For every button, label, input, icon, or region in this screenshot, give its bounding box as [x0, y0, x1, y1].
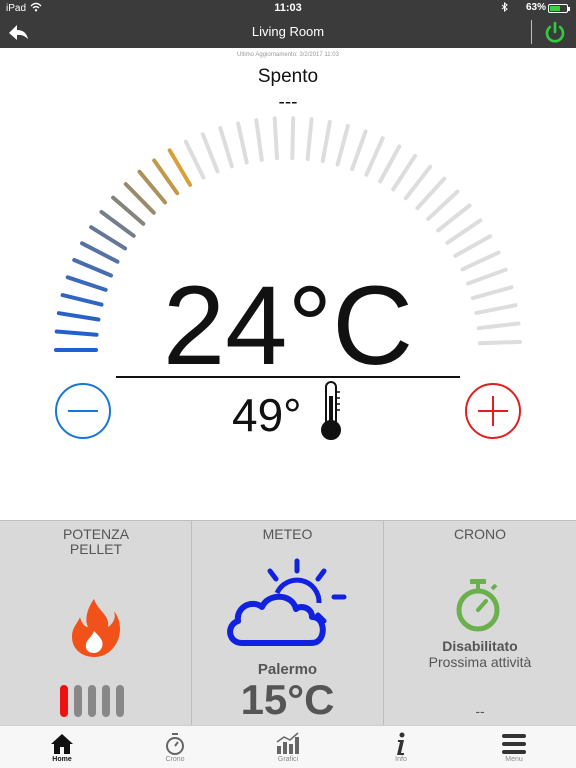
pellet-power-panel[interactable]: POTENZA PELLET — [0, 521, 192, 726]
dial-tick — [272, 116, 279, 161]
chart-icon — [276, 732, 299, 754]
dial-tick — [200, 132, 220, 174]
power-button[interactable] — [542, 20, 568, 46]
menu-icon — [502, 734, 526, 754]
dial-tick — [89, 225, 128, 251]
dial-tick — [445, 218, 483, 245]
top-bar: iPad 11:03 63% Living Room — [0, 0, 576, 48]
bluetooth-icon — [501, 2, 508, 12]
dial-tick — [167, 148, 193, 187]
info-panels: POTENZA PELLET METEO Palermo 15°C CRONO … — [0, 520, 576, 726]
battery-percent: 63% — [525, 2, 546, 13]
tab-home-label: Home — [52, 756, 72, 763]
stopwatch-icon — [456, 579, 500, 632]
dial-tick — [123, 182, 156, 215]
dial-tick — [290, 116, 296, 160]
dial-tick — [72, 258, 113, 278]
decrease-temperature-button[interactable] — [54, 382, 112, 440]
home-icon — [51, 734, 73, 754]
tab-info-label: Info — [395, 756, 407, 763]
flame-icon — [72, 599, 120, 657]
dial-tick — [236, 121, 249, 165]
divider — [531, 20, 532, 44]
dial-tick — [460, 250, 501, 272]
dial-tick — [183, 139, 206, 180]
tab-grafici[interactable]: Grafici — [240, 726, 336, 768]
dial-tick — [111, 195, 146, 226]
dial-tick — [54, 329, 99, 337]
divider-line — [116, 376, 460, 378]
info-icon — [397, 732, 405, 755]
increase-temperature-button[interactable] — [464, 382, 522, 440]
weather-temperature: 15°C — [240, 676, 335, 723]
battery-fill — [550, 6, 561, 11]
status-bar: iPad 11:03 63% — [0, 0, 576, 16]
clock: 11:03 — [274, 2, 302, 14]
tab-grafici-label: Grafici — [277, 756, 299, 763]
crono-next-label: Prossima attività — [428, 654, 532, 670]
dial-tick — [426, 189, 460, 221]
weather-title: METEO — [262, 526, 313, 542]
power-level-bars — [60, 685, 124, 717]
power-level-bar — [102, 685, 110, 717]
tab-menu-label: Menu — [505, 756, 523, 763]
battery-icon — [548, 4, 570, 13]
dial-tick — [391, 153, 418, 192]
dial-tick — [436, 203, 472, 233]
dial-tick — [152, 158, 180, 196]
dial-tick — [403, 164, 433, 201]
stove-state: Spento — [257, 66, 319, 87]
dial-tick — [65, 275, 108, 292]
crono-title: CRONO — [453, 526, 507, 542]
dial-tick — [99, 210, 136, 238]
power-level-bar — [60, 685, 68, 717]
dial-tick — [80, 241, 120, 264]
tab-home[interactable]: Home — [14, 726, 110, 768]
page-title: Living Room — [251, 24, 325, 39]
power-level-bar — [74, 685, 82, 717]
dial-tick — [470, 285, 514, 301]
tab-crono[interactable]: Crono — [127, 726, 223, 768]
last-update-text: Ultimo Aggiornamento: 3/2/2017 11:03 — [237, 52, 339, 58]
dial-tick — [254, 118, 264, 162]
pellet-power-title: POTENZA PELLET — [62, 526, 130, 557]
setpoint-temperature: 24°C — [162, 263, 414, 388]
partly-sunny-icon — [227, 558, 347, 646]
crono-panel[interactable]: CRONO Disabilitato Prossima attività -- — [384, 521, 576, 726]
dial-tick — [415, 176, 447, 211]
dial-tick — [466, 267, 508, 286]
stopwatch-tab-icon — [166, 733, 184, 755]
dial-tick — [453, 234, 493, 258]
dial-tick — [474, 303, 518, 315]
weather-panel[interactable]: METEO Palermo 15°C — [192, 521, 384, 726]
dial-tick — [350, 129, 368, 172]
dial-tick — [60, 293, 104, 307]
room-temperature: 49° — [232, 389, 302, 441]
power-level-bar — [116, 685, 124, 717]
tab-bar: Home Crono Grafici Info Menu — [0, 725, 576, 768]
dial-tick — [320, 119, 332, 164]
dial-tick — [335, 123, 350, 167]
dial-tick — [378, 144, 402, 184]
dial-tick — [137, 169, 168, 205]
tab-crono-label: Crono — [165, 756, 185, 763]
thermometer-icon — [321, 381, 341, 440]
dial-tick — [476, 321, 521, 331]
power-level-bar — [88, 685, 96, 717]
dial-tick — [56, 311, 101, 322]
dial-tick — [364, 136, 385, 177]
dial-tick — [218, 126, 234, 169]
app-screen: iPad 11:03 63% Living Room Ultimo Aggior… — [0, 0, 576, 768]
dial-tick — [305, 117, 314, 161]
tab-info[interactable]: Info — [353, 726, 449, 768]
tab-menu[interactable]: Menu — [466, 726, 562, 768]
crono-next-value: -- — [475, 703, 485, 719]
dial-tick — [477, 339, 522, 346]
crono-status: Disabilitato — [442, 638, 518, 654]
